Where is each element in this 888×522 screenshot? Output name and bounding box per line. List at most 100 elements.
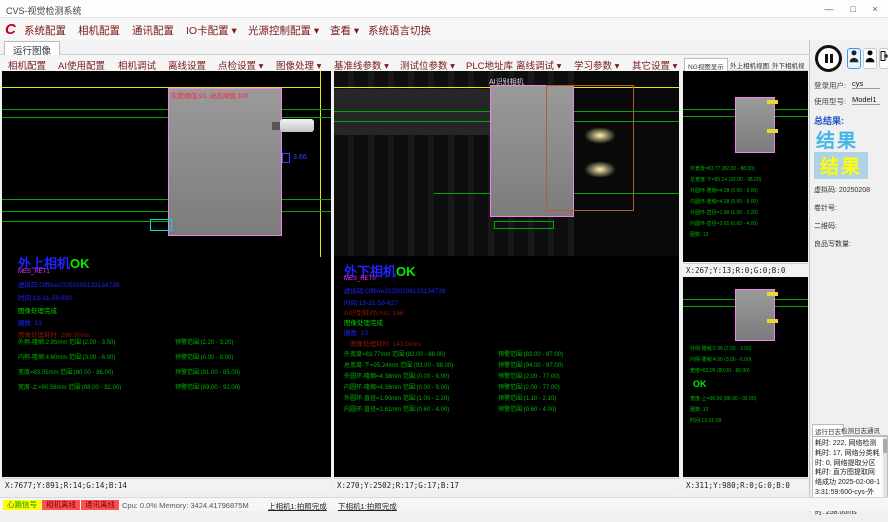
qrcode-label: 二维码: xyxy=(814,223,837,230)
pause-button[interactable] xyxy=(815,45,842,72)
warning-range: 预警范围:(2.00 - 77.00) xyxy=(498,382,560,391)
tool-camera-debug[interactable]: 相机调试 xyxy=(118,58,156,72)
app-window: CVS-视觉检测系统 — □ × C 系统配置 相机配置 通讯配置 IO卡配置 … xyxy=(0,0,888,522)
status-bar: 心跳信号 相机离线 通讯离线 Cpu: 0.0% Memory: 3424.41… xyxy=(0,497,888,511)
barcode-line: 虚拟码:Offline20250208133134728 xyxy=(344,285,445,295)
lower-thumbnail-viewport[interactable]: 外侧-隆缩:2.95 (2.00 - 3.50) 内侧-隆缩:4.60 (3.0… xyxy=(683,277,808,477)
log-tab-row: 运行日志 检测日志 通讯日志 xyxy=(812,424,888,436)
tab-lower-cam-view[interactable]: 外下相机视图 xyxy=(769,58,808,71)
result-display-1: 结果 xyxy=(816,126,858,153)
menu-bar: C 系统配置 相机配置 通讯配置 IO卡配置 ▾ 光源控制配置 ▾ 查看 ▾ 系… xyxy=(0,18,888,40)
pause-icon xyxy=(825,54,828,63)
nozzle-pipe xyxy=(280,119,314,132)
close-button[interactable]: × xyxy=(864,2,886,16)
tool-plc-addr[interactable]: PLC地址库 xyxy=(466,58,513,72)
minimize-button[interactable]: — xyxy=(818,2,840,16)
time-line: 时间:13-31-59-600 xyxy=(18,292,72,302)
thumb-text-line: 内侧-隆缩:4.60 (3.00 - 6.00) xyxy=(690,356,751,363)
barcode-line: 虚拟码:Offline20250208133134728 xyxy=(18,279,119,289)
warning-range: 预警范围:(0.60 - 4.00) xyxy=(498,404,556,413)
tab-ng-view[interactable]: NG视图显示 xyxy=(684,58,728,71)
lower-thumb-coord-bar: X:311;Y:980;R:0;G:0;B:0 xyxy=(683,478,808,491)
product-roi: 灰度阈值:93, 动态阈值:100 xyxy=(168,88,282,236)
threshold-overlay: 灰度阈值:93, 动态阈值:100 xyxy=(171,90,248,100)
left-camera-viewport[interactable]: 灰度阈值:93, 动态阈值:100 3.66 外上相机OK MES_RET1 虚… xyxy=(2,71,331,477)
tool-image-process[interactable]: 图像处理 ▾ xyxy=(276,58,321,72)
camera-offline-badge: 相机离线 xyxy=(42,500,80,510)
model-value[interactable]: Model1 xyxy=(852,95,880,105)
menu-view[interactable]: 查看 ▾ xyxy=(330,23,359,38)
measurement-row: 外圆环-直径=1.90mm 范围:(1.00 - 2.20) xyxy=(344,393,449,402)
user-manage-button[interactable] xyxy=(863,48,877,69)
process-done-line: 图像处理完成 xyxy=(344,317,383,327)
thumb-text-line: 外宽度=83.77 (82.00 - 88.00) xyxy=(690,165,755,172)
tool-baseline-param[interactable]: 基准线参数 ▾ xyxy=(334,58,389,72)
roi-box-green xyxy=(494,221,554,229)
user-login-button[interactable] xyxy=(847,48,861,69)
needle-no-field: 卷针号: xyxy=(814,203,837,213)
login-user-value[interactable]: cys xyxy=(852,79,880,89)
measurement-row: 内圆环-直径=2.61mm 范围:(0.60 - 4.00) xyxy=(344,404,449,413)
login-user-label: 登录用户: xyxy=(814,80,846,91)
probe-value: 3.66 xyxy=(293,154,307,161)
label-mark-yellow xyxy=(767,292,778,296)
virtual-code-value: 20250208 xyxy=(839,187,870,194)
warning-range: 预警范围:(81.00 - 85.00) xyxy=(175,367,240,376)
thumb-text-line: 时间:13-31-59 xyxy=(690,417,721,424)
thumb-text-line: 外圆环-直径=1.90 (1.00 - 2.20) xyxy=(690,209,758,216)
maximize-button[interactable]: □ xyxy=(842,2,864,16)
qrcode-field: 二维码: xyxy=(814,221,837,231)
tool-camera-config[interactable]: 相机配置 xyxy=(8,58,46,72)
menu-light-config[interactable]: 光源控制配置 ▾ xyxy=(248,23,319,38)
label-mark-yellow xyxy=(767,319,778,323)
measurement-row: 外宽度=83.77mm 范围:(82.00 - 88.00) xyxy=(344,349,445,358)
measurement-row: 宽度=83.05mm 范围:(80.00 - 86.00) xyxy=(18,367,113,376)
thumb-text-line: 外圆环-隆缩=4.38 (0.00 - 9.00) xyxy=(690,187,758,194)
tool-other-set[interactable]: 其它设置 ▾ xyxy=(632,58,677,72)
ai-detect-box-orange xyxy=(546,85,634,211)
tab-run-image[interactable]: 运行图像 xyxy=(4,41,60,55)
middle-camera-viewport[interactable]: AI识别相机 外下相机OK MES_RET0 虚拟码:Offline202502… xyxy=(334,71,679,477)
warning-range: 预警范围:(1.10 - 2.10) xyxy=(498,393,556,402)
tool-offline-set[interactable]: 离线设置 xyxy=(168,58,206,72)
warning-range: 预警范围:(0.00 - 8.00) xyxy=(175,352,233,361)
logout-button[interactable] xyxy=(879,48,888,69)
ai-elapsed-line: AI识别耗时(ms): 166 xyxy=(344,307,404,317)
heartbeat-badge: 心跳信号 xyxy=(3,500,41,510)
lower-camera-status[interactable]: 下相机1:拍照完成 xyxy=(338,501,397,512)
menu-system-config[interactable]: 系统配置 xyxy=(24,23,66,38)
tool-learn-param[interactable]: 学习参数 ▾ xyxy=(574,58,619,72)
thumb-ok-label: OK xyxy=(693,379,707,389)
thumb-tab-row: NG视图显示 外上相机视图 外下相机视图 xyxy=(683,57,808,71)
needle-no-label: 卷针号: xyxy=(814,205,837,212)
menu-language-switch[interactable]: 系统语言切换 xyxy=(368,23,431,38)
tool-offline-debug[interactable]: 离线调试 ▾ xyxy=(516,58,561,72)
tool-ai-config[interactable]: AI使用配置 xyxy=(58,58,105,72)
middle-pixel-coord-bar: X:270;Y:2502;R:17;G:17;B:17 xyxy=(334,478,679,491)
left-pixel-coord-bar: X:7677;Y:891;R:14;G:14;B:14 xyxy=(2,478,331,491)
thumb-text-line: 圈数: 13 xyxy=(690,406,708,413)
probe-marker xyxy=(282,153,290,163)
menu-io-config[interactable]: IO卡配置 ▾ xyxy=(186,23,237,38)
circle-count-line: 圈数: 13 xyxy=(18,317,42,327)
thumb-text-line: 圈数: 13 xyxy=(690,231,708,238)
reflection-glow xyxy=(584,127,616,144)
right-control-panel: 登录用户: cys 使用型号: Model1 总结果: 结果 结果 虚拟码: 2… xyxy=(809,40,888,512)
measurement-row: 内圆环-隆缩=4.38mm 范围:(0.00 - 9.00) xyxy=(344,382,449,391)
log-scrollbar-thumb[interactable] xyxy=(883,439,887,453)
thumb-text-line: 总宽度-下=95.24 (93.00 - 98.00) xyxy=(690,176,761,183)
upper-camera-status[interactable]: 上相机1:拍照完成 xyxy=(268,501,327,512)
tab-upper-cam-view[interactable]: 外上相机视图 xyxy=(727,58,772,71)
exit-door-icon xyxy=(880,49,888,63)
menu-camera-config[interactable]: 相机配置 xyxy=(78,23,120,38)
comm-offline-badge: 通讯离线 xyxy=(81,500,119,510)
elapsed-line: 图像处理耗时: 143.00ms xyxy=(350,338,421,348)
user-dark-icon xyxy=(865,49,875,63)
tool-testpos-param[interactable]: 测试位参数 ▾ xyxy=(400,58,455,72)
upper-thumbnail-viewport[interactable]: 外宽度=83.77 (82.00 - 88.00) 总宽度-下=95.24 (9… xyxy=(683,71,808,262)
label-mark-yellow xyxy=(767,129,778,133)
time-line: 时间:13-31-59-627 xyxy=(344,297,398,307)
menu-comm-config[interactable]: 通讯配置 xyxy=(132,23,174,38)
tool-spotcheck-set[interactable]: 点检设置 ▾ xyxy=(218,58,263,72)
measurement-row: 外圆环-隆缩=4.38mm 范围:(0.00 - 9.00) xyxy=(344,371,449,380)
